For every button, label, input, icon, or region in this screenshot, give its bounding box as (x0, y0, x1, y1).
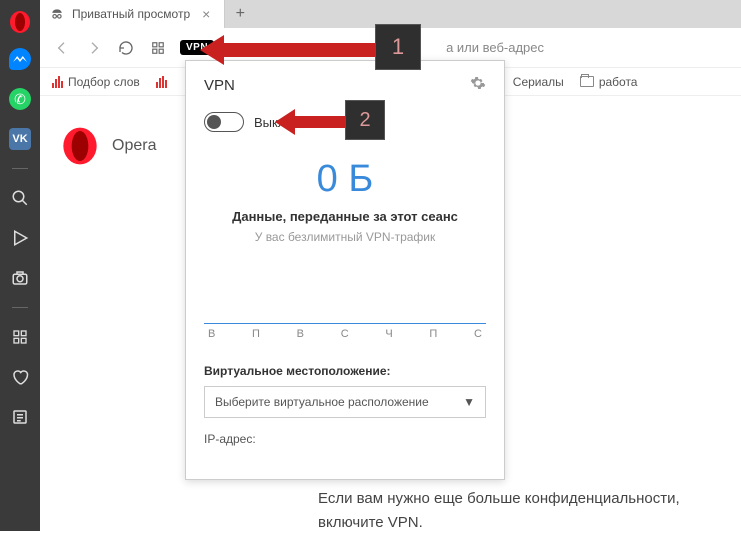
bookmark-unlabeled[interactable] (156, 76, 167, 88)
bookmark-label: Подбор слов (68, 75, 140, 89)
camera-icon[interactable] (9, 267, 31, 289)
whatsapp-icon[interactable]: ✆ (9, 88, 31, 110)
vpn-day: С (341, 328, 349, 340)
tab-title: Приватный просмотр (72, 7, 190, 21)
vpn-toggle[interactable] (204, 112, 244, 132)
vpn-location-label: Виртуальное местоположение: (204, 364, 486, 378)
new-tab-button[interactable]: + (225, 5, 255, 23)
vpn-day: П (429, 328, 437, 340)
forward-button[interactable] (84, 38, 104, 58)
vpn-data-counter: 0 Б (204, 158, 486, 201)
bookmark-serials[interactable]: Сериалы (513, 75, 564, 89)
opera-logo-icon (60, 126, 100, 166)
vpn-unlimited-label: У вас безлимитный VPN-трафик (204, 230, 486, 244)
bookmark-wordstat[interactable]: Подбор слов (52, 75, 140, 89)
gear-icon[interactable] (470, 75, 486, 96)
messenger-icon[interactable] (9, 48, 31, 70)
vpn-select-placeholder: Выберите виртуальное расположение (215, 395, 429, 409)
vpn-toggle-label: Выкл. (254, 115, 289, 130)
vpn-title: VPN (204, 77, 235, 94)
speed-dial-icon[interactable] (9, 326, 31, 348)
annotation-badge-1: 1 (375, 24, 421, 70)
vpn-day: С (474, 328, 482, 340)
left-sidebar: ✆ VK (0, 0, 40, 531)
bars-icon (156, 76, 167, 88)
vpn-day: Ч (385, 328, 392, 340)
news-icon[interactable] (9, 406, 31, 428)
opera-icon (8, 10, 32, 34)
vpn-day: В (208, 328, 215, 340)
folder-icon (580, 76, 594, 87)
vpn-day: П (252, 328, 260, 340)
tab-close-button[interactable]: × (198, 6, 214, 22)
vpn-popup-header: VPN (204, 75, 486, 96)
vpn-location-select[interactable]: Выберите виртуальное расположение ▼ (204, 386, 486, 418)
bookmark-label: работа (599, 75, 638, 89)
address-hint: а или веб-адрес (446, 40, 544, 55)
vk-icon[interactable]: VK (9, 128, 31, 150)
search-icon[interactable] (9, 187, 31, 209)
bookmark-label: Сериалы (513, 75, 564, 89)
vpn-transferred-label: Данные, переданные за этот сеанс (204, 209, 486, 224)
page-text-line: Если вам нужно еще больше конфиденциальн… (318, 490, 680, 507)
incognito-icon (50, 7, 64, 21)
bookmark-folder-work[interactable]: работа (580, 75, 638, 89)
page-text-line: включите VPN. (318, 514, 423, 531)
vpn-days-row: В П В С Ч П С (204, 328, 486, 340)
play-icon[interactable] (9, 227, 31, 249)
back-button[interactable] (52, 38, 72, 58)
heart-icon[interactable] (9, 366, 31, 388)
vpn-usage-graph (204, 284, 486, 324)
chevron-down-icon: ▼ (463, 395, 475, 409)
sidebar-separator (12, 168, 28, 169)
reload-button[interactable] (116, 38, 136, 58)
tab-private-browsing[interactable]: Приватный просмотр × (40, 0, 225, 28)
sidebar-separator (12, 307, 28, 308)
vpn-ip-label: IP-адрес: (204, 432, 486, 446)
opera-brand-text: Opera (112, 137, 156, 155)
annotation-badge-2: 2 (345, 100, 385, 140)
speed-dial-button[interactable] (148, 38, 168, 58)
bars-icon (52, 76, 63, 88)
vpn-badge[interactable]: VPN (180, 40, 214, 55)
vpn-day: В (297, 328, 304, 340)
